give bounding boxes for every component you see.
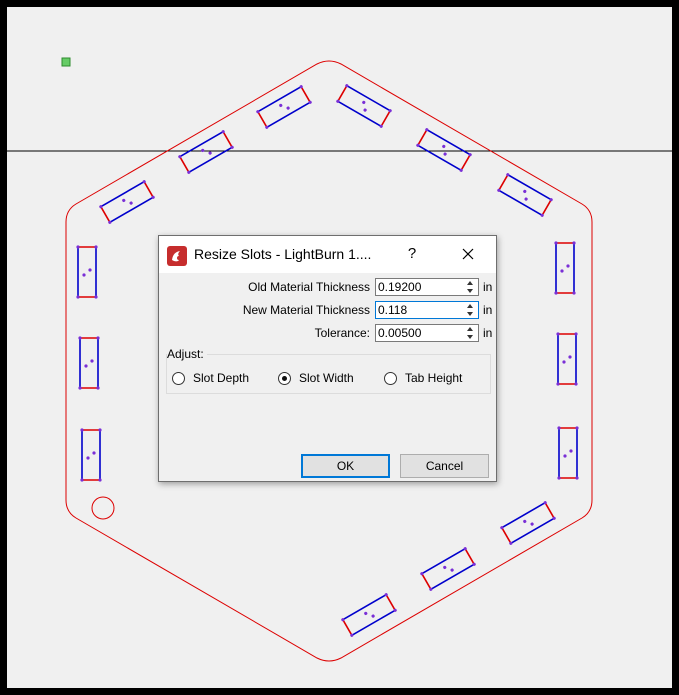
dialog-title: Resize Slots - LightBurn 1....	[194, 246, 372, 262]
radio-slot-depth-label: Slot Depth	[193, 371, 250, 385]
new-thickness-unit: in	[483, 303, 493, 317]
help-icon[interactable]: ?	[405, 245, 419, 263]
lightburn-logo-icon	[167, 246, 187, 266]
old-thickness-label: Old Material Thickness	[248, 280, 370, 294]
slot-4[interactable]	[416, 128, 473, 173]
new-thickness-label: New Material Thickness	[242, 303, 370, 317]
alignment-hole[interactable]	[91, 496, 115, 520]
cancel-button[interactable]: Cancel	[400, 454, 489, 478]
old-thickness-up-icon[interactable]	[463, 280, 477, 287]
dialog-titlebar[interactable]: Resize Slots - LightBurn 1.... ?	[159, 236, 496, 273]
old-thickness-spinbox[interactable]	[375, 278, 479, 296]
new-thickness-spinbox[interactable]	[375, 301, 479, 319]
slot-12[interactable]	[557, 426, 579, 480]
slot-2[interactable]	[336, 84, 393, 129]
slot-9[interactable]	[78, 336, 100, 390]
slot-3[interactable]	[178, 130, 235, 175]
slot-10[interactable]	[556, 332, 578, 386]
slot-6[interactable]	[497, 173, 554, 218]
tolerance-input[interactable]	[376, 325, 462, 341]
slot-7[interactable]	[76, 245, 98, 299]
radio-slot-depth[interactable]: Slot Depth	[172, 370, 249, 386]
old-thickness-unit: in	[483, 280, 493, 294]
new-thickness-up-icon[interactable]	[463, 303, 477, 310]
old-thickness-input[interactable]	[376, 279, 462, 295]
radio-tab-height-label: Tab Height	[405, 371, 463, 385]
old-thickness-down-icon[interactable]	[463, 287, 477, 294]
ok-button[interactable]: OK	[301, 454, 390, 478]
radio-tab-height-indicator[interactable]	[384, 371, 397, 385]
slot-1[interactable]	[256, 85, 313, 130]
radio-slot-width-indicator[interactable]	[278, 371, 291, 385]
radio-slot-width[interactable]: Slot Width	[278, 370, 354, 386]
tolerance-spinbox[interactable]	[375, 324, 479, 342]
slot-8[interactable]	[554, 241, 576, 295]
radio-slot-depth-indicator[interactable]	[172, 371, 185, 385]
close-icon[interactable]	[459, 245, 477, 263]
origin-marker[interactable]	[61, 57, 71, 67]
radio-tab-height[interactable]: Tab Height	[384, 370, 462, 386]
radio-slot-width-label: Slot Width	[299, 371, 354, 385]
tolerance-unit: in	[483, 326, 493, 340]
resize-slots-dialog: Resize Slots - LightBurn 1.... ? Old Mat…	[158, 235, 497, 482]
tolerance-up-icon[interactable]	[463, 326, 477, 333]
slot-11[interactable]	[80, 428, 102, 482]
tolerance-down-icon[interactable]	[463, 333, 477, 340]
new-thickness-down-icon[interactable]	[463, 310, 477, 317]
slot-13[interactable]	[500, 501, 557, 546]
adjust-label: Adjust:	[167, 347, 207, 361]
new-thickness-input[interactable]	[376, 302, 462, 318]
tolerance-label: Tolerance:	[314, 326, 370, 340]
